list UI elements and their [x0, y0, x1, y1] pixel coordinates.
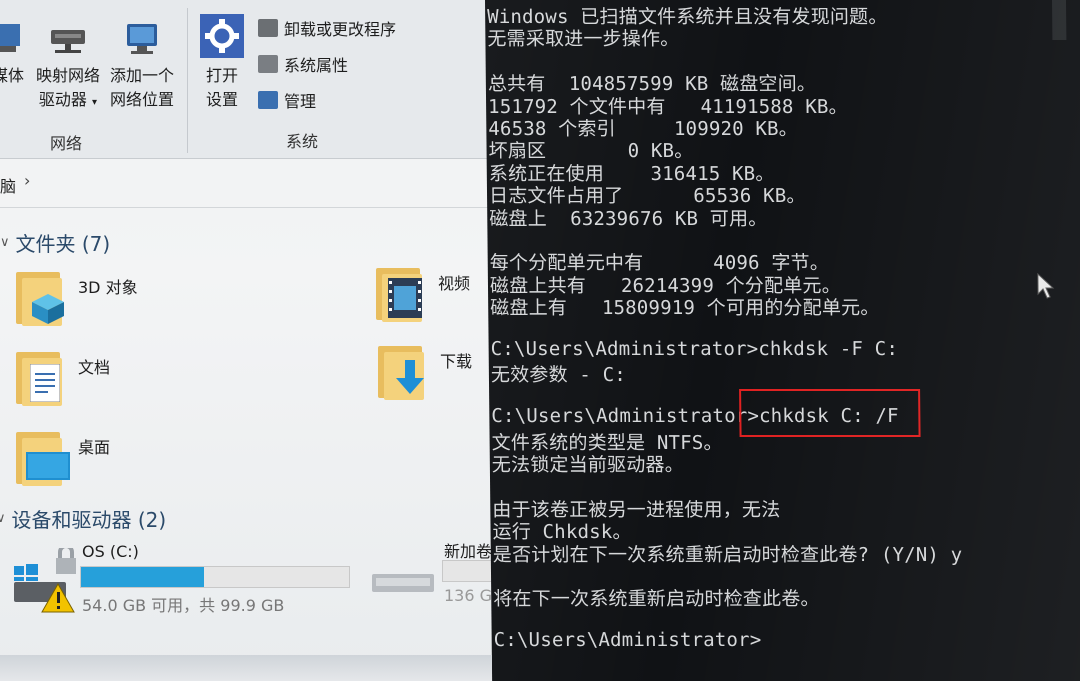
dropdown-arrow-icon: ▾ — [92, 97, 98, 108]
terminal-line: 无需采取进一步操作。 — [487, 28, 680, 51]
system-props-label: 系统属性 — [284, 56, 349, 75]
drive-free-space: 54.0 GB 可用，共 99.9 GB — [82, 596, 285, 615]
network-group-label: 网络 — [50, 134, 83, 153]
folder-label: 视频 — [438, 274, 471, 293]
terminal-line: 无法锁定当前驱动器。 — [491, 454, 685, 476]
folder-label: 桌面 — [78, 438, 111, 457]
open-settings-label-2: 设置 — [205, 90, 238, 109]
terminal-line: C:\Users\Administrator>chkdsk -F C: — [490, 338, 899, 360]
system-group-label: 系统 — [286, 132, 319, 151]
downloads-folder-icon — [378, 342, 426, 400]
drive-name: 新加卷 — [444, 542, 493, 561]
check-icon — [258, 55, 278, 73]
3d-objects-folder-icon — [16, 268, 64, 326]
programs-icon — [258, 19, 278, 37]
terminal-line: C:\Users\Administrator> — [493, 629, 762, 652]
terminal-line: 磁盘上 63239676 KB 可用。 — [489, 207, 768, 230]
devices-section-header[interactable]: ∨ 设备和驱动器 (2) — [0, 504, 166, 533]
videos-folder-icon — [376, 264, 424, 322]
windows-drive-icon — [14, 548, 76, 613]
terminal-line: 磁盘上有 15809919 个可用的分配单元。 — [490, 297, 880, 320]
ribbon-separator — [187, 8, 188, 153]
network-location-icon — [127, 24, 157, 54]
terminal-line: 将在下一次系统重新启动时检查此卷。 — [493, 588, 820, 611]
folder-label: 文档 — [78, 358, 111, 377]
scrollbar[interactable] — [1052, 0, 1067, 40]
open-settings-button[interactable]: 打开 设置 — [196, 14, 248, 112]
map-drive-label-1: 映射网络 — [35, 66, 100, 85]
add-location-label-2: 网络位置 — [109, 90, 174, 109]
drive-free-space: 136 G — [444, 586, 493, 605]
media-server-icon — [0, 24, 20, 52]
manage-label: 管理 — [284, 92, 317, 111]
drive-os-c[interactable]: OS (C:) 54.0 GB 可用，共 99.9 GB — [8, 542, 358, 615]
manage-button[interactable]: 管理 — [258, 88, 316, 112]
drive-usage-fill — [81, 567, 205, 587]
add-location-label-1: 添加一个 — [109, 66, 174, 85]
mouse-cursor-icon — [1037, 272, 1055, 299]
hard-drive-icon — [372, 574, 434, 592]
chevron-down-icon[interactable]: ∨ — [0, 511, 6, 526]
folder-desktop[interactable]: 桌面 — [16, 428, 110, 486]
folder-videos[interactable]: 视频 — [376, 264, 470, 322]
system-properties-button[interactable]: 系统属性 — [258, 52, 348, 76]
terminal-line: 是否计划在下一次系统重新启动时检查此卷? (Y/N) y — [492, 543, 963, 566]
folders-section-header[interactable]: ∨ 文件夹 (7) — [0, 228, 110, 257]
map-drive-label-2: 驱动器 ▾ — [38, 90, 98, 109]
uninstall-label: 卸载或更改程序 — [284, 20, 397, 39]
chevron-down-icon[interactable]: ∨ — [0, 235, 10, 250]
folders-section-title: 文件夹 (7) — [15, 232, 111, 256]
chevron-right-icon[interactable]: › — [24, 171, 30, 190]
highlight-annotation-box — [739, 389, 921, 437]
uninstall-program-button[interactable]: 卸载或更改程序 — [258, 16, 396, 40]
documents-folder-icon — [16, 348, 64, 406]
ribbon-toolbar: 媒体 映射网络 驱动器 ▾ 添加一个 网络位置 网络 — [0, 0, 540, 159]
devices-section-title: 设备和驱动器 (2) — [11, 508, 167, 532]
network-drive-icon — [51, 30, 85, 53]
drive-name: OS (C:) — [82, 542, 139, 561]
screen-bezel-strip — [0, 655, 492, 681]
media-button-label: 媒体 — [0, 66, 24, 85]
terminal-line: 无效参数 - C: — [490, 364, 627, 387]
folder-downloads[interactable]: 下载 — [378, 342, 472, 400]
breadcrumb[interactable]: 脑 — [0, 173, 16, 197]
desktop-folder-icon — [16, 428, 70, 486]
add-network-location-button[interactable]: 添加一个 网络位置 — [106, 18, 178, 112]
folder-label: 3D 对象 — [78, 278, 138, 297]
open-settings-label-1: 打开 — [205, 66, 238, 85]
file-explorer-window: 媒体 映射网络 驱动器 ▾ 添加一个 网络位置 网络 — [0, 0, 540, 681]
media-button[interactable]: 媒体 — [0, 18, 30, 88]
address-bar[interactable]: 脑 › — [0, 159, 540, 208]
gear-icon — [200, 14, 244, 58]
command-prompt-window[interactable]: Windows 已扫描文件系统并且没有发现问题。 无需采取进一步操作。 总共有 10… — [485, 0, 1080, 681]
folder-label: 下载 — [440, 352, 473, 371]
drive-usage-bar — [80, 566, 350, 588]
computer-manage-icon — [258, 91, 278, 109]
folder-documents[interactable]: 文档 — [16, 348, 110, 406]
map-network-drive-button[interactable]: 映射网络 驱动器 ▾ — [32, 18, 104, 115]
folder-3d-objects[interactable]: 3D 对象 — [16, 268, 138, 326]
